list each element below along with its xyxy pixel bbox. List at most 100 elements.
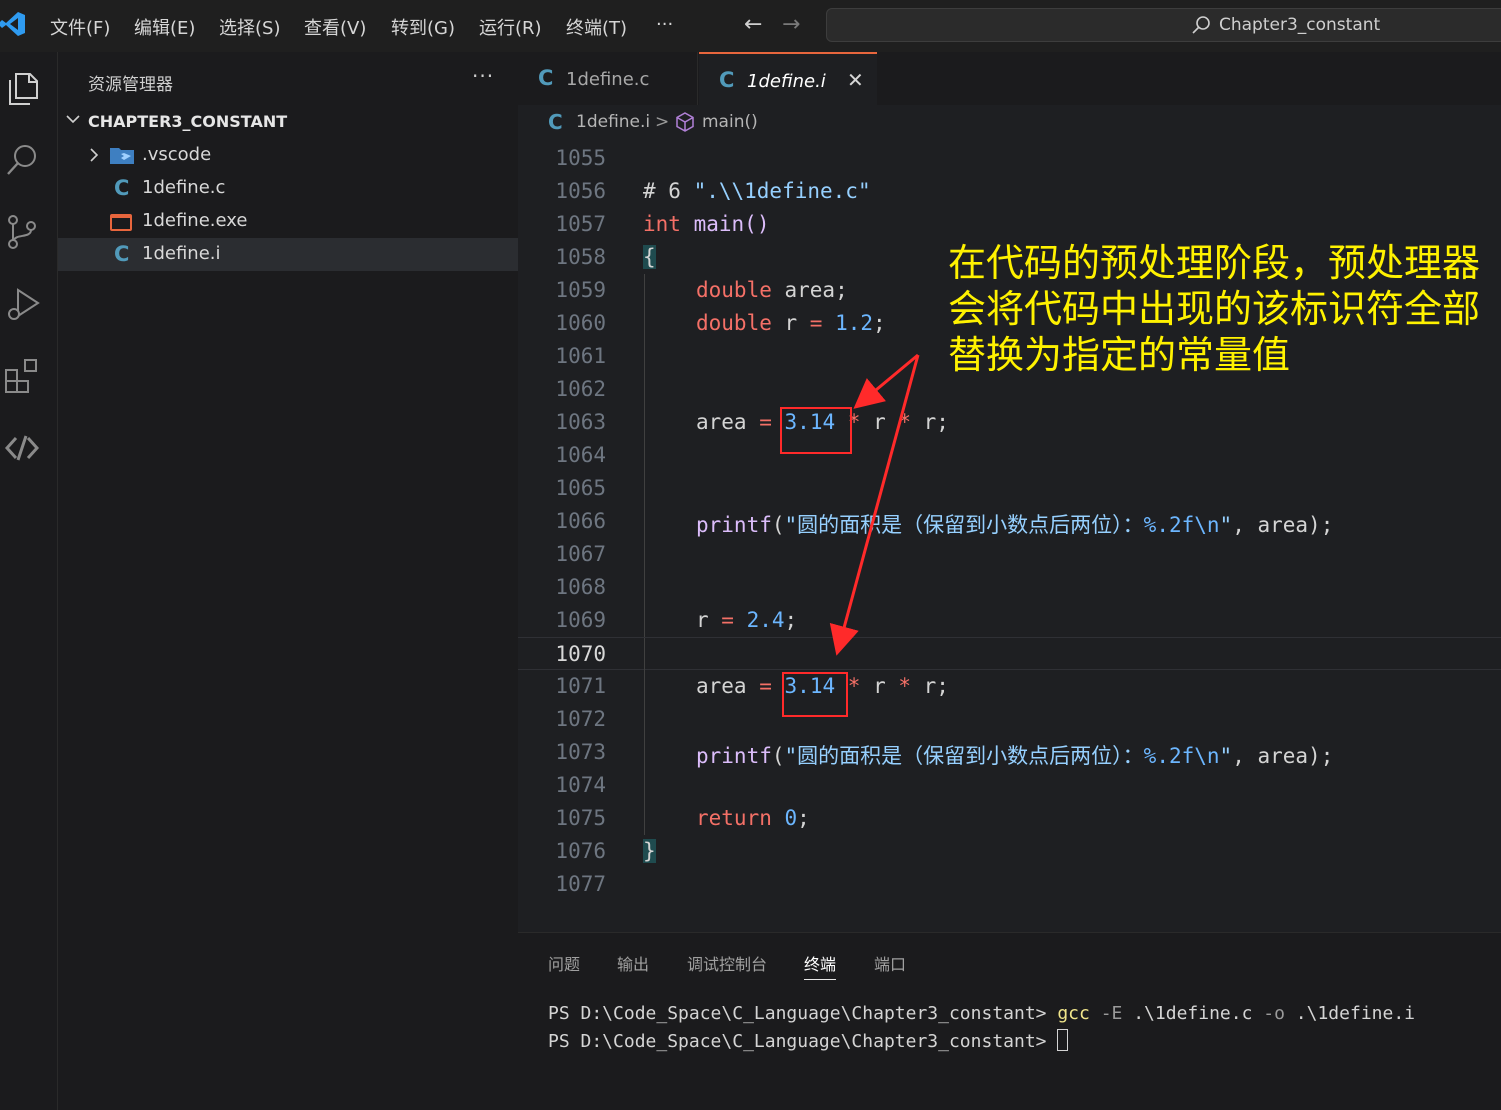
- source-control-icon[interactable]: [4, 212, 40, 252]
- panel-tab-debug-console[interactable]: 调试控制台: [687, 951, 767, 975]
- run-debug-icon[interactable]: [4, 284, 40, 324]
- breadcrumb-file[interactable]: 1define.i: [576, 112, 650, 132]
- sidebar-title: 资源管理器: [88, 75, 173, 95]
- terminal-arg: .\1define.i: [1295, 1003, 1416, 1024]
- panel-tab-output[interactable]: 输出: [617, 951, 649, 975]
- line-number: 1062: [555, 377, 606, 401]
- extensions-icon[interactable]: [4, 356, 40, 396]
- chevron-down-icon: [66, 115, 80, 124]
- menu-edit[interactable]: 编辑(E): [134, 14, 195, 40]
- code-token: ;: [797, 806, 810, 830]
- tree-item-1define-i[interactable]: C 1define.i: [58, 238, 518, 271]
- code-line[interactable]: 1068: [518, 571, 1501, 604]
- search-sidebar-icon[interactable]: [4, 140, 40, 180]
- explorer-icon[interactable]: [4, 68, 40, 108]
- code-line[interactable]: 1069 r = 2.4;: [518, 604, 1501, 637]
- terminal-line-2[interactable]: PS D:\Code_Space\C_Language\Chapter3_con…: [548, 1029, 1069, 1052]
- remote-explorer-icon[interactable]: [4, 428, 40, 468]
- tree-item-label: .vscode: [142, 144, 212, 165]
- code-line[interactable]: 1065: [518, 472, 1501, 505]
- code-token: %.2f\n: [1143, 744, 1220, 768]
- tree-item-vscode[interactable]: .vscode: [58, 139, 518, 172]
- nav-forward-icon[interactable]: →: [782, 12, 800, 37]
- line-number: 1063: [555, 410, 606, 434]
- explorer-sidebar: 资源管理器 ··· CHAPTER3_CONSTANT .vscode C 1d…: [58, 52, 518, 1110]
- editor-area: C 1define.c C 1define.i ✕ C 1define.i > …: [518, 52, 1501, 932]
- indent-guide: [644, 638, 645, 671]
- indent-guide: [644, 274, 645, 307]
- editor-tabs: C 1define.c C 1define.i ✕: [518, 52, 1501, 105]
- code-line[interactable]: 1055: [518, 142, 1501, 175]
- indent-guide: [644, 373, 645, 406]
- code-token: main: [693, 212, 745, 236]
- nav-back-icon[interactable]: ←: [744, 12, 762, 37]
- code-token: *: [898, 410, 912, 434]
- code-line[interactable]: 1075 return 0;: [518, 802, 1501, 835]
- code-text: printf("圆的面积是（保留到小数点后两位）：%.2f\n", area);: [696, 509, 1333, 539]
- tree-item-label: 1define.c: [142, 177, 226, 198]
- close-icon[interactable]: ✕: [847, 68, 864, 92]
- tree-item-1define-c[interactable]: C 1define.c: [58, 172, 518, 205]
- tab-label: 1define.i: [747, 71, 826, 92]
- code-line[interactable]: 1064: [518, 439, 1501, 472]
- menu-file[interactable]: 文件(F): [50, 14, 110, 40]
- menu-terminal[interactable]: 终端(T): [566, 14, 627, 40]
- menu-more[interactable]: ···: [656, 14, 673, 35]
- code-token: "圆的面积是（保留到小数点后两位）：: [784, 744, 1144, 768]
- panel-tab-terminal[interactable]: 终端: [804, 951, 837, 980]
- code-line[interactable]: 1076}: [518, 835, 1501, 868]
- menu-selection[interactable]: 选择(S): [219, 14, 280, 40]
- indent-guide: [644, 340, 645, 373]
- code-text: printf("圆的面积是（保留到小数点后两位）：%.2f\n", area);: [696, 740, 1333, 770]
- folder-header[interactable]: CHAPTER3_CONSTANT: [58, 108, 518, 136]
- code-token: double: [696, 278, 772, 302]
- tab-1define-i[interactable]: C 1define.i ✕: [699, 52, 877, 105]
- code-line[interactable]: 1070: [518, 637, 1501, 671]
- brace-token: {: [643, 245, 656, 269]
- line-number: 1073: [555, 740, 606, 764]
- menu-goto[interactable]: 转到(G): [391, 14, 455, 40]
- line-number: 1056: [555, 179, 606, 203]
- line-number: 1069: [555, 608, 606, 632]
- panel-tab-problems[interactable]: 问题: [548, 951, 580, 975]
- code-line[interactable]: 1063 area = 3.14 * r * r;: [518, 406, 1501, 439]
- code-line[interactable]: 1072: [518, 703, 1501, 736]
- search-icon: [1192, 16, 1210, 34]
- code-token: *: [847, 674, 861, 698]
- command-center-search[interactable]: Chapter3_constant: [826, 8, 1501, 42]
- code-token: =: [809, 311, 823, 335]
- code-line[interactable]: 1077: [518, 868, 1501, 901]
- menu-view[interactable]: 查看(V): [304, 14, 366, 40]
- code-line[interactable]: 1066 printf("圆的面积是（保留到小数点后两位）：%.2f\n", ar…: [518, 505, 1501, 538]
- terminal-cursor: [1057, 1029, 1069, 1051]
- terminal-arg: .\1define.c: [1133, 1003, 1253, 1024]
- code-token: area;: [771, 278, 848, 302]
- code-token: ;: [873, 311, 886, 335]
- code-line[interactable]: 1057 int main(): [518, 208, 1501, 241]
- brace-token: }: [643, 839, 656, 863]
- breadcrumb-function[interactable]: main(): [702, 112, 758, 132]
- code-token: printf: [696, 744, 772, 768]
- code-token: printf: [696, 513, 772, 537]
- code-line[interactable]: 1067: [518, 538, 1501, 571]
- code-line[interactable]: 1056 # 6 ".\\1define.c": [518, 175, 1501, 208]
- menu-run[interactable]: 运行(R): [479, 14, 542, 40]
- tree-item-1define-exe[interactable]: 1define.exe: [58, 205, 518, 238]
- code-text: return 0;: [696, 806, 810, 830]
- code-line[interactable]: 1071 area = 3.14 * r * r;: [518, 670, 1501, 703]
- line-number: 1074: [555, 773, 606, 797]
- sidebar-more-button[interactable]: ···: [472, 64, 494, 88]
- code-line[interactable]: 1073 printf("圆的面积是（保留到小数点后两位）：%.2f\n", ar…: [518, 736, 1501, 769]
- line-number: 1058: [555, 245, 606, 269]
- tab-1define-c[interactable]: C 1define.c: [518, 52, 698, 105]
- code-token: # 6: [643, 179, 694, 203]
- code-line[interactable]: 1074: [518, 769, 1501, 802]
- code-token: "圆的面积是（保留到小数点后两位）：: [784, 513, 1144, 537]
- code-token: 0: [784, 806, 798, 830]
- code-token: (: [771, 744, 785, 768]
- line-number: 1059: [555, 278, 606, 302]
- panel-tab-ports[interactable]: 端口: [874, 951, 906, 975]
